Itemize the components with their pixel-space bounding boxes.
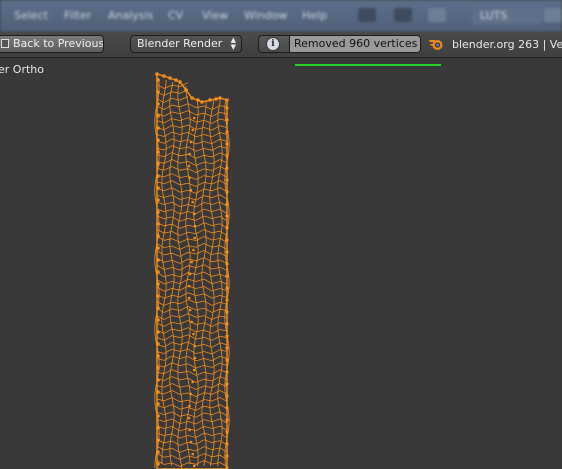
back-button-label: Back to Previous — [13, 37, 104, 50]
render-engine-select[interactable]: Blender Render ▲ ▼ — [130, 35, 242, 53]
menu-cv[interactable]: CV — [168, 9, 183, 22]
viewport-view-label: er Ortho — [0, 63, 44, 76]
menu-window[interactable]: Window — [244, 9, 287, 22]
layout-icon[interactable] — [358, 8, 376, 22]
screen-icon[interactable] — [394, 8, 412, 22]
info-icon: i — [266, 37, 280, 51]
top-menu-bar: Select Filter Analysis CV View Window He… — [0, 0, 562, 32]
menu-analysis[interactable]: Analysis — [108, 9, 153, 22]
engine-dropdown[interactable]: LUTS — [472, 8, 542, 24]
blender-logo-icon — [429, 40, 443, 50]
scene-stats: blender.org 263 | Ve:1 — [452, 38, 562, 51]
mesh-wireframe[interactable] — [150, 70, 235, 469]
progress-indicator — [295, 64, 441, 66]
up-down-arrows-icon: ▲ ▼ — [230, 36, 236, 51]
menu-help[interactable]: Help — [302, 9, 327, 22]
report-message[interactable]: i Removed 960 vertices — [258, 35, 421, 53]
fullscreen-icon — [1, 39, 9, 48]
render-engine-label: Blender Render — [137, 37, 223, 50]
scene-icon[interactable] — [428, 8, 446, 22]
menu-view[interactable]: View — [202, 9, 228, 22]
report-text: Removed 960 vertices — [290, 36, 420, 52]
back-to-previous-button[interactable]: Back to Previous — [0, 35, 104, 53]
scene-browse-icon[interactable] — [544, 8, 562, 22]
menu-select[interactable]: Select — [14, 9, 48, 22]
menu-filter[interactable]: Filter — [64, 9, 91, 22]
